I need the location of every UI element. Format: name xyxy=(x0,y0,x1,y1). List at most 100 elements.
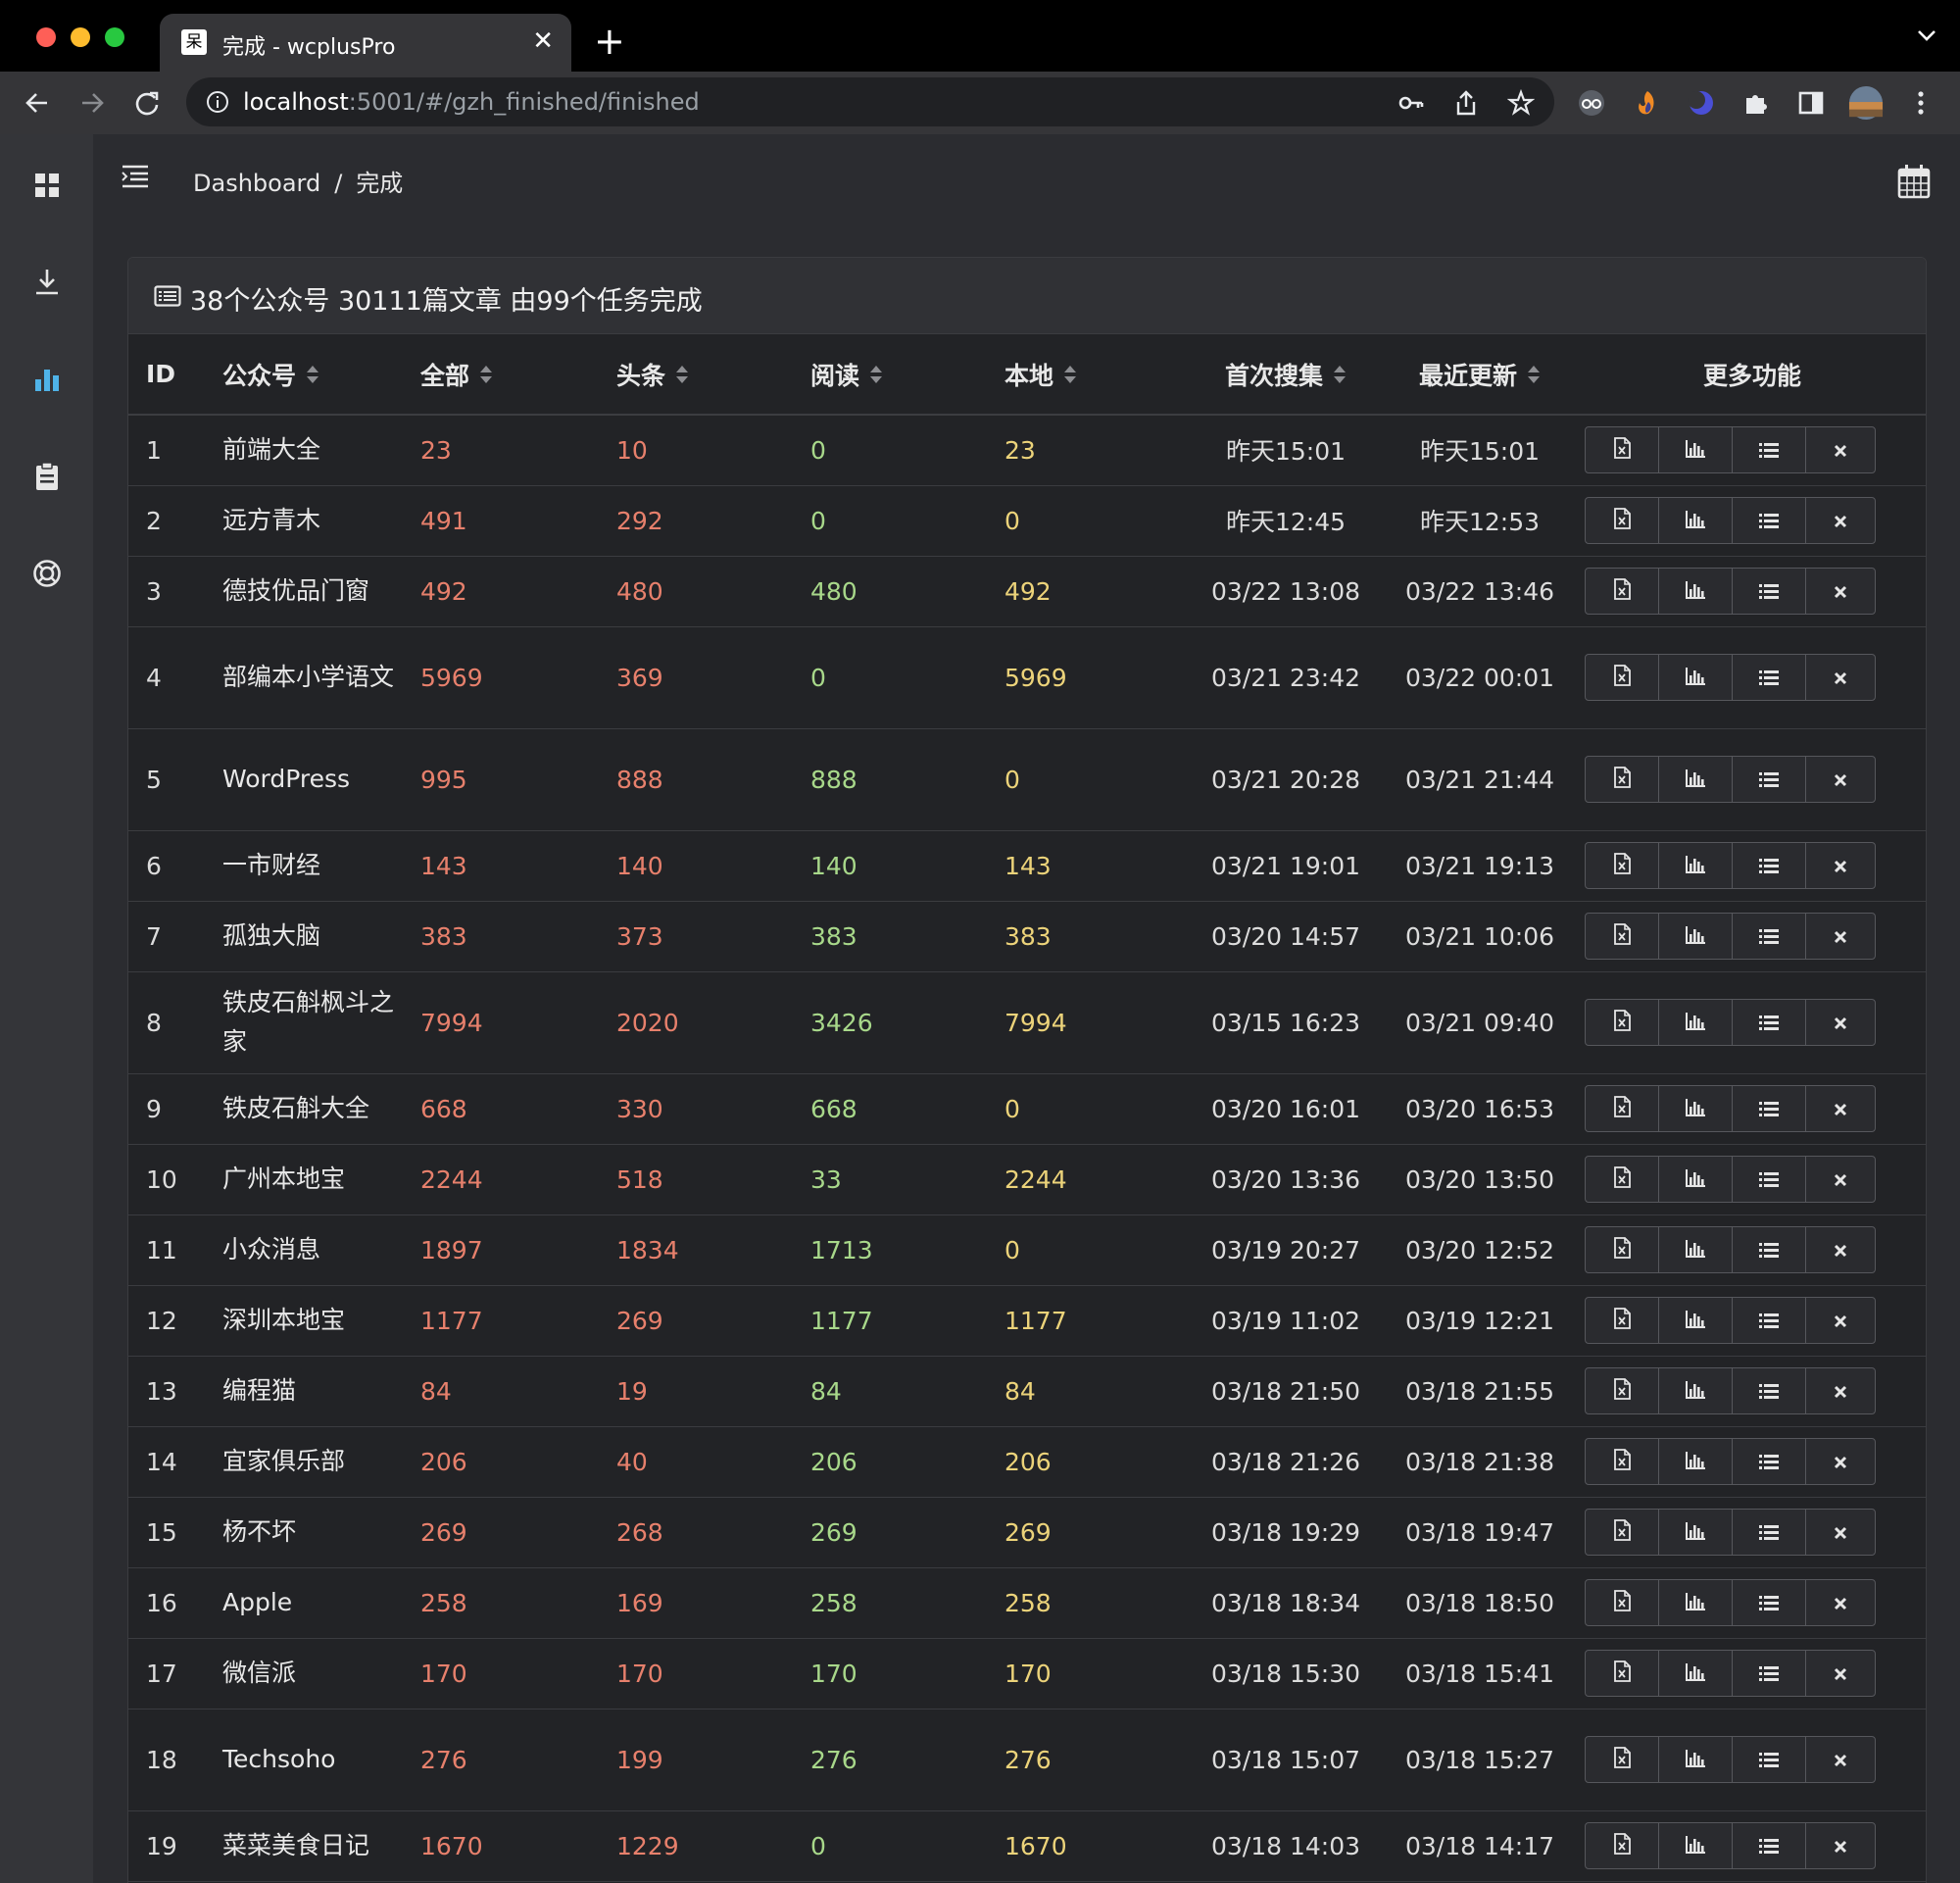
delete-button[interactable] xyxy=(1805,913,1876,960)
browser-tab-active[interactable]: 呆 完成 - wcplusPro ✕ xyxy=(160,14,571,72)
article-list-button[interactable] xyxy=(1732,1579,1806,1626)
article-list-button[interactable] xyxy=(1732,1736,1806,1783)
delete-button[interactable] xyxy=(1805,1297,1876,1344)
statistics-button[interactable] xyxy=(1658,1509,1733,1556)
delete-button[interactable] xyxy=(1805,1650,1876,1697)
delete-button[interactable] xyxy=(1805,426,1876,474)
export-excel-button[interactable] xyxy=(1585,654,1659,701)
new-tab-icon[interactable]: + xyxy=(594,22,625,61)
article-list-button[interactable] xyxy=(1732,1509,1806,1556)
col-header-local[interactable]: 本地 xyxy=(995,334,1189,416)
col-header-first[interactable]: 首次搜集 xyxy=(1189,334,1383,416)
export-excel-button[interactable] xyxy=(1585,1579,1659,1626)
maximize-window-button[interactable] xyxy=(105,27,124,47)
export-excel-button[interactable] xyxy=(1585,1509,1659,1556)
cell-account-name[interactable]: 宜家俱乐部 xyxy=(215,1426,413,1498)
cell-account-name[interactable]: 一市财经 xyxy=(215,830,413,902)
delete-button[interactable] xyxy=(1805,1156,1876,1203)
cell-account-name[interactable]: 小众消息 xyxy=(215,1214,413,1286)
article-list-button[interactable] xyxy=(1732,999,1806,1046)
cell-account-name[interactable]: 孤独大脑 xyxy=(215,901,413,972)
export-excel-button[interactable] xyxy=(1585,1367,1659,1414)
sort-icon[interactable] xyxy=(306,363,319,391)
statistics-button[interactable] xyxy=(1658,1650,1733,1697)
cell-account-name[interactable]: 杨不坏 xyxy=(215,1497,413,1568)
delete-button[interactable] xyxy=(1805,1367,1876,1414)
statistics-button[interactable] xyxy=(1658,842,1733,889)
article-list-button[interactable] xyxy=(1732,1085,1806,1132)
statistics-button[interactable] xyxy=(1658,1085,1733,1132)
article-list-button[interactable] xyxy=(1732,426,1806,474)
article-list-button[interactable] xyxy=(1732,568,1806,615)
tab-search-chevron-icon[interactable] xyxy=(1917,27,1936,46)
cell-account-name[interactable]: Techsoho xyxy=(215,1709,413,1811)
export-excel-button[interactable] xyxy=(1585,1297,1659,1344)
cell-account-name[interactable]: 微信派 xyxy=(215,1638,413,1710)
extension-moon-icon[interactable] xyxy=(1684,85,1719,121)
delete-button[interactable] xyxy=(1805,568,1876,615)
extension-flame-icon[interactable] xyxy=(1629,85,1664,121)
clipboard-icon[interactable] xyxy=(27,457,67,496)
close-window-button[interactable] xyxy=(36,27,56,47)
calendar-icon[interactable] xyxy=(1897,164,1931,203)
delete-button[interactable] xyxy=(1805,1226,1876,1273)
col-header-top[interactable]: 头条 xyxy=(607,334,801,416)
statistics-button[interactable] xyxy=(1658,497,1733,544)
delete-button[interactable] xyxy=(1805,497,1876,544)
bookmark-star-icon[interactable] xyxy=(1507,89,1535,117)
export-excel-button[interactable] xyxy=(1585,1085,1659,1132)
export-excel-button[interactable] xyxy=(1585,1156,1659,1203)
statistics-button[interactable] xyxy=(1658,1822,1733,1869)
export-excel-button[interactable] xyxy=(1585,1650,1659,1697)
cell-account-name[interactable]: 菜菜美食日记 xyxy=(215,1810,413,1882)
delete-button[interactable] xyxy=(1805,1579,1876,1626)
article-list-button[interactable] xyxy=(1732,842,1806,889)
delete-button[interactable] xyxy=(1805,756,1876,803)
statistics-button[interactable] xyxy=(1658,426,1733,474)
delete-button[interactable] xyxy=(1805,654,1876,701)
export-excel-button[interactable] xyxy=(1585,999,1659,1046)
delete-button[interactable] xyxy=(1805,1085,1876,1132)
menu-toggle-icon[interactable] xyxy=(121,164,150,193)
export-excel-button[interactable] xyxy=(1585,1822,1659,1869)
export-excel-button[interactable] xyxy=(1585,1226,1659,1273)
article-list-button[interactable] xyxy=(1732,1650,1806,1697)
site-info-icon[interactable] xyxy=(206,90,229,118)
cell-account-name[interactable]: WordPress xyxy=(215,728,413,831)
statistics-button[interactable] xyxy=(1658,913,1733,960)
delete-button[interactable] xyxy=(1805,1509,1876,1556)
export-excel-button[interactable] xyxy=(1585,497,1659,544)
statistics-button[interactable] xyxy=(1658,654,1733,701)
delete-button[interactable] xyxy=(1805,1822,1876,1869)
col-header-read[interactable]: 阅读 xyxy=(801,334,995,416)
sort-icon[interactable] xyxy=(479,363,493,391)
statistics-button[interactable] xyxy=(1658,999,1733,1046)
cell-account-name[interactable]: 铁皮石斛大全 xyxy=(215,1073,413,1145)
extension-glasses-icon[interactable] xyxy=(1574,85,1609,121)
browser-menu-icon[interactable] xyxy=(1903,85,1938,121)
extensions-puzzle-icon[interactable] xyxy=(1739,85,1774,121)
export-excel-button[interactable] xyxy=(1585,913,1659,960)
help-lifebuoy-icon[interactable] xyxy=(27,554,67,593)
export-excel-button[interactable] xyxy=(1585,842,1659,889)
article-list-button[interactable] xyxy=(1732,497,1806,544)
delete-button[interactable] xyxy=(1805,842,1876,889)
cell-account-name[interactable]: 铁皮石斛枫斗之家 xyxy=(215,971,413,1074)
cell-account-name[interactable]: 广州本地宝 xyxy=(215,1144,413,1215)
cell-account-name[interactable]: Apple xyxy=(215,1567,413,1639)
download-icon[interactable] xyxy=(27,263,67,302)
breadcrumb-home[interactable]: Dashboard xyxy=(193,170,320,197)
statistics-button[interactable] xyxy=(1658,756,1733,803)
statistics-button[interactable] xyxy=(1658,1736,1733,1783)
article-list-button[interactable] xyxy=(1732,1297,1806,1344)
sort-icon[interactable] xyxy=(1063,363,1077,391)
statistics-button[interactable] xyxy=(1658,568,1733,615)
forward-icon[interactable] xyxy=(74,85,110,121)
reload-icon[interactable] xyxy=(129,85,165,121)
cell-account-name[interactable]: 德技优品门窗 xyxy=(215,556,413,627)
statistics-button[interactable] xyxy=(1658,1226,1733,1273)
export-excel-button[interactable] xyxy=(1585,568,1659,615)
export-excel-button[interactable] xyxy=(1585,1438,1659,1485)
delete-button[interactable] xyxy=(1805,1438,1876,1485)
cell-account-name[interactable]: 深圳本地宝 xyxy=(215,1285,413,1357)
